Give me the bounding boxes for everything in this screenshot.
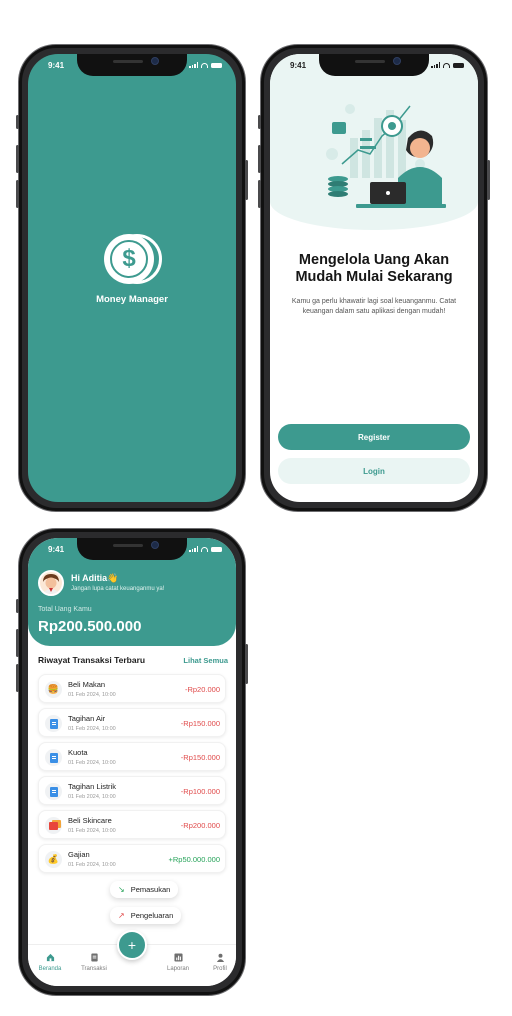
signal-icon bbox=[431, 62, 440, 68]
shopping-icon bbox=[45, 817, 62, 834]
transaction-list: 🍔 Beli Makan 01 Feb 2024, 10:00 -Rp20.000 Ta… bbox=[38, 674, 226, 878]
expense-menu-item[interactable]: ↗ Pengeluaran bbox=[110, 907, 182, 924]
see-all-link[interactable]: Lihat Semua bbox=[183, 656, 228, 665]
transaction-row[interactable]: 💰 Gajian 01 Feb 2024, 10:00 +Rp50.000.000 bbox=[38, 844, 226, 873]
tab-profil[interactable]: Profil bbox=[200, 953, 236, 972]
transaction-name: Tagihan Air bbox=[68, 714, 106, 723]
login-button[interactable]: Login bbox=[278, 458, 470, 484]
expense-label: Pengeluaran bbox=[130, 911, 174, 920]
transaction-row[interactable]: Beli Skincare 01 Feb 2024, 10:00 -Rp200.00… bbox=[38, 810, 226, 839]
status-time: 9:41 bbox=[290, 60, 307, 70]
transaction-date: 01 Feb 2024, 10:00 bbox=[68, 760, 116, 766]
wifi-icon bbox=[201, 62, 208, 68]
greeting-subtitle: Jangan lupa catat keuanganmu ya! bbox=[71, 586, 165, 592]
volume-up-button bbox=[258, 145, 261, 173]
register-button[interactable]: Register bbox=[278, 424, 470, 450]
transaction-date: 01 Feb 2024, 10:00 bbox=[68, 794, 116, 800]
status-time: 9:41 bbox=[48, 544, 65, 554]
transaction-name: Gajian bbox=[68, 850, 90, 859]
tab-transaksi[interactable]: Transaksi bbox=[74, 953, 114, 972]
chart-icon bbox=[173, 953, 183, 962]
transaction-date: 01 Feb 2024, 10:00 bbox=[68, 862, 116, 868]
transaction-row[interactable]: 🍔 Beli Makan 01 Feb 2024, 10:00 -Rp20.000 bbox=[38, 674, 226, 703]
battery-icon bbox=[211, 62, 222, 68]
battery-icon bbox=[453, 62, 464, 68]
transaction-row[interactable]: Tagihan Listrik 01 Feb 2024, 10:00 -Rp100.… bbox=[38, 776, 226, 805]
transaction-name: Beli Makan bbox=[68, 680, 106, 689]
signal-icon bbox=[189, 546, 198, 552]
food-icon: 🍔 bbox=[45, 681, 62, 698]
add-transaction-button[interactable]: + bbox=[117, 930, 147, 960]
power-button bbox=[487, 160, 490, 200]
waving-hand-icon: 👋 bbox=[107, 573, 119, 583]
volume-down-button bbox=[16, 180, 19, 208]
volume-down-button bbox=[16, 664, 19, 692]
transaction-row[interactable]: Tagihan Air 01 Feb 2024, 10:00 -Rp150.000 bbox=[38, 708, 226, 737]
volume-up-button bbox=[16, 145, 19, 173]
battery-icon bbox=[211, 546, 222, 552]
transaction-amount: -Rp20.000 bbox=[184, 685, 220, 694]
signal-icon bbox=[189, 62, 198, 68]
status-bar: 9:41 bbox=[270, 54, 478, 76]
bill-icon bbox=[45, 749, 62, 766]
power-button bbox=[245, 160, 248, 200]
user-icon bbox=[216, 953, 224, 962]
volume-down-button bbox=[258, 180, 261, 208]
phone-home-screen: 9:41 Hi Aditia👋 Jangan lupa catat keuang… bbox=[16, 528, 248, 996]
document-icon bbox=[90, 953, 98, 962]
hero-illustration bbox=[270, 54, 478, 230]
bill-icon bbox=[45, 783, 62, 800]
transaction-name: Kuota bbox=[68, 748, 88, 757]
volume-up-button bbox=[16, 629, 19, 657]
transaction-date: 01 Feb 2024, 10:00 bbox=[68, 828, 116, 834]
bill-icon bbox=[45, 715, 62, 732]
app-name: Money Manager bbox=[96, 294, 168, 305]
tab-label: Beranda bbox=[38, 966, 62, 972]
section-title: Riwayat Transaksi Terbaru bbox=[38, 655, 146, 665]
mute-switch bbox=[16, 599, 19, 613]
money-bag-icon: 💰 bbox=[45, 851, 62, 868]
status-bar: 9:41 bbox=[28, 54, 236, 76]
balance-label: Total Uang Kamu bbox=[38, 606, 92, 613]
transaction-date: 01 Feb 2024, 10:00 bbox=[68, 692, 116, 698]
greeting: Hi Aditia👋 bbox=[71, 573, 118, 584]
avatar[interactable] bbox=[38, 570, 64, 596]
status-bar: 9:41 bbox=[28, 538, 236, 560]
home-icon bbox=[46, 953, 54, 962]
transaction-name: Tagihan Listrik bbox=[68, 782, 116, 791]
income-label: Pemasukan bbox=[130, 885, 171, 894]
tab-label: Laporan bbox=[166, 966, 190, 972]
arrow-up-right-icon: ↗ bbox=[118, 911, 125, 920]
arrow-down-right-icon: ↘ bbox=[118, 885, 125, 894]
phone-splash-screen: 9:41 $ Money Manager bbox=[16, 44, 248, 512]
transaction-name: Beli Skincare bbox=[68, 816, 112, 825]
onboarding-title: Mengelola Uang Akan Mudah Mulai Sekarang bbox=[295, 252, 453, 285]
power-button bbox=[245, 644, 248, 684]
income-menu-item[interactable]: ↘ Pemasukan bbox=[110, 881, 179, 898]
tab-label: Profil bbox=[213, 966, 227, 972]
transaction-amount: +Rp50.000.000 bbox=[168, 855, 220, 864]
transaction-amount: -Rp150.000 bbox=[180, 753, 220, 762]
dollar-coin-icon: $ bbox=[110, 240, 148, 278]
mute-switch bbox=[16, 115, 19, 129]
onboarding-subtitle: Kamu ga perlu khawatir lagi soal keuanga… bbox=[291, 298, 457, 315]
tab-laporan[interactable]: Laporan bbox=[158, 953, 198, 972]
transaction-amount: -Rp200.000 bbox=[180, 821, 220, 830]
tab-beranda[interactable]: Beranda bbox=[30, 953, 70, 972]
balance-amount: Rp200.500.000 bbox=[38, 618, 142, 635]
transaction-amount: -Rp100.000 bbox=[180, 787, 220, 796]
transaction-amount: -Rp150.000 bbox=[180, 719, 220, 728]
wifi-icon bbox=[443, 62, 450, 68]
finance-illustration bbox=[326, 104, 446, 208]
wifi-icon bbox=[201, 546, 208, 552]
tab-label: Transaksi bbox=[81, 966, 107, 972]
phone-onboarding-screen: 9:41 Mengelola Uang Akan Mudah Mulai Sek… bbox=[258, 44, 490, 512]
app-logo: $ bbox=[104, 234, 162, 286]
greeting-text: Hi Aditia bbox=[71, 573, 108, 583]
status-time: 9:41 bbox=[48, 60, 65, 70]
mute-switch bbox=[258, 115, 261, 129]
transaction-row[interactable]: Kuota 01 Feb 2024, 10:00 -Rp150.000 bbox=[38, 742, 226, 771]
transaction-date: 01 Feb 2024, 10:00 bbox=[68, 726, 116, 732]
